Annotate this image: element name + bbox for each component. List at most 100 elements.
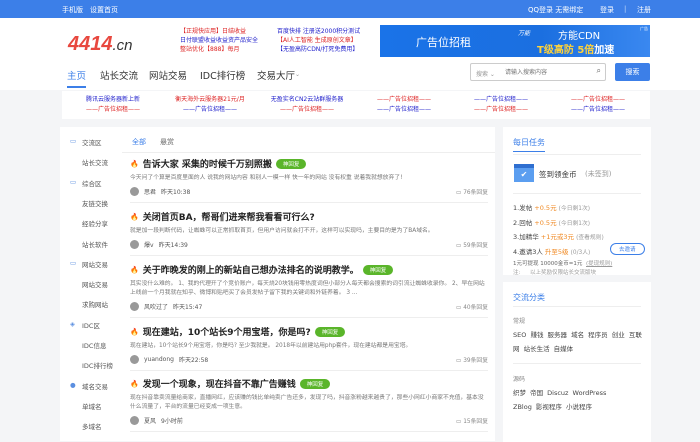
post-title[interactable]: 🔥 告诉大家 采集的时候千万别照搬 神回复	[130, 157, 488, 170]
group-label: 常规	[513, 318, 526, 325]
post-item[interactable]: 🔥 发现一个现象，现在抖音不靠广告赚钱 神回复 现在抖音靠卖流量给商家，直播网红，应该…	[130, 377, 488, 432]
checkin-link[interactable]: 签到领金币	[539, 169, 577, 180]
nav-webmaster[interactable]: 站长交流	[100, 68, 138, 82]
text-ad[interactable]: 【正规快应用】日结收益	[180, 27, 258, 36]
site-logo[interactable]: 4414.cn	[68, 33, 133, 56]
category-tag[interactable]: 创业	[612, 331, 625, 339]
ad-link[interactable]: ——广告位招租——	[359, 95, 449, 105]
nav-idc-rank[interactable]: IDC排行榜	[200, 68, 245, 82]
search-scope-select[interactable]: 搜索 ⌄	[476, 69, 495, 78]
nav-trade-hall[interactable]: 交易大厅	[257, 68, 295, 82]
ad-link[interactable]: ——广告位招租——	[262, 105, 352, 115]
ad-link[interactable]: ——广告位招租——	[359, 105, 449, 115]
sidebar-item[interactable]: 友链交换	[82, 198, 108, 208]
post-item[interactable]: 🔥 关闭首页BA，帮哥们进来帮我看看可行么? 就是加一段判断代码，让蜘蛛可以正常抓取…	[130, 210, 488, 256]
qq-login-link[interactable]: QQ登录 无需绑定	[528, 5, 583, 15]
category-tag[interactable]: Discuz	[547, 389, 568, 397]
post-title-text[interactable]: 发现一个现象，现在抖音不靠广告赚钱	[143, 377, 296, 390]
text-ad[interactable]: 整站优化【888】每月	[180, 45, 258, 54]
sidebar-item[interactable]: 多域名	[82, 421, 102, 431]
sidebar-item[interactable]: 求购网站	[82, 299, 108, 309]
author-name[interactable]: 思君	[144, 187, 156, 196]
avatar[interactable]	[130, 239, 139, 249]
post-item[interactable]: 🔥 现在建站，10个站长9个用宝塔，你是吗? 神回复 现在建站，10个站长9个用宝塔，…	[130, 325, 488, 371]
sidebar-section[interactable]: IDC区	[82, 320, 100, 330]
category-tag[interactable]: 域名	[571, 331, 584, 339]
login-link[interactable]: 登录	[600, 5, 614, 15]
ad-link[interactable]: ——广告位招租——	[68, 105, 158, 115]
sidebar-item[interactable]: 网站交易	[82, 279, 108, 289]
category-tag[interactable]: 服务器	[548, 331, 568, 339]
category-tag[interactable]: 自媒体	[554, 345, 574, 353]
sidebar-item[interactable]: IDC信息	[82, 340, 106, 350]
post-title[interactable]: 🔥 现在建站，10个站长9个用宝塔，你是吗? 神回复	[130, 325, 488, 338]
sidebar-section[interactable]: 交流区	[82, 137, 102, 147]
tab-all[interactable]: 全部	[132, 137, 146, 147]
post-title-text[interactable]: 现在建站，10个站长9个用宝塔，你是吗?	[143, 325, 311, 338]
ad-link[interactable]: ——广告位招租——	[553, 95, 643, 105]
withdraw-rule-link[interactable]: (提现规则)	[586, 259, 612, 267]
post-item[interactable]: 🔥 关于昨晚发的刚上的新站自己想办法排名的说明教学。 神回复 其实没什么难的。 1、我…	[130, 263, 488, 318]
tab-bounty[interactable]: 悬赏	[160, 137, 174, 147]
category-tag[interactable]: ZBlog	[513, 403, 532, 411]
category-tag[interactable]: WordPress	[573, 389, 607, 397]
avatar[interactable]	[130, 186, 139, 196]
post-title-text[interactable]: 关闭首页BA，帮哥们进来帮我看看可行么?	[143, 210, 315, 223]
text-ad[interactable]: 百度快排 注册送2000积分测试	[277, 27, 360, 36]
avatar[interactable]	[130, 301, 139, 311]
author-name[interactable]: 爆v	[144, 240, 154, 249]
category-tag[interactable]: 赚钱	[530, 331, 543, 339]
avatar[interactable]	[130, 354, 139, 364]
text-ad[interactable]: 【无盈高防CDN/打死免费用】	[277, 45, 360, 54]
set-home-link[interactable]: 设置首页	[90, 5, 118, 15]
author-name[interactable]: 风吹过了	[144, 302, 168, 311]
nav-site-trade[interactable]: 网站交易	[149, 68, 187, 82]
post-title[interactable]: 🔥 发现一个现象，现在抖音不靠广告赚钱 神回复	[130, 377, 488, 390]
search-icon[interactable]: ⌕	[597, 66, 601, 76]
ad-link[interactable]: ——广告位招租——	[553, 105, 643, 115]
author-name[interactable]: 夏风	[144, 416, 156, 425]
category-tag[interactable]: 帝国	[530, 389, 543, 397]
sidebar-section[interactable]: 域名交易	[82, 381, 108, 391]
post-title-text[interactable]: 关于昨晚发的刚上的新站自己想办法排名的说明教学。	[143, 263, 359, 276]
author-name[interactable]: yuandong	[144, 356, 174, 363]
search-input[interactable]	[505, 67, 589, 78]
sidebar-section[interactable]: 网站交易	[82, 259, 108, 269]
post-title-text[interactable]: 告诉大家 采集的时候千万别照搬	[143, 157, 272, 170]
search-button[interactable]: 搜索	[615, 63, 650, 81]
post-meta: 思君 昨天10:38 ▭ 76条回复	[130, 186, 488, 196]
ad-link[interactable]: ——广告位招租——	[165, 105, 255, 115]
sidebar-item[interactable]: 经验分享	[82, 218, 108, 228]
sidebar-section[interactable]: 综合区	[82, 178, 102, 188]
sidebar-item[interactable]: 站长交流	[82, 157, 108, 167]
sidebar-item[interactable]: 站长软件	[82, 239, 108, 249]
post-title[interactable]: 🔥 关闭首页BA，帮哥们进来帮我看看可行么?	[130, 210, 488, 224]
category-tag[interactable]: 织梦	[513, 389, 526, 397]
post-title[interactable]: 🔥 关于昨晚发的刚上的新站自己想办法排名的说明教学。 神回复	[130, 263, 488, 276]
ad-link[interactable]: 腾讯云服务器新上新	[68, 95, 158, 105]
chevron-down-icon[interactable]: ⌄	[295, 71, 300, 78]
category-tag[interactable]: SEO	[513, 331, 526, 339]
category-tag[interactable]: 程序员	[588, 331, 608, 339]
ad-link[interactable]: ——广告位招租——	[456, 105, 546, 115]
category-tag[interactable]: 小说程序	[566, 403, 592, 411]
ad-link[interactable]: 无盈实名CN2云站群服务器	[262, 95, 352, 105]
register-link[interactable]: 注册	[637, 5, 651, 15]
category-tag[interactable]: 站长生活	[524, 345, 550, 353]
text-ad-column-2[interactable]: 百度快排 注册送2000积分测试 【AI人工智能 生成原创文章】 【无盈高防CD…	[277, 27, 360, 54]
nav-home[interactable]: 主页	[67, 68, 87, 88]
ad-link[interactable]: ——广告位招租——	[456, 95, 546, 105]
text-ad[interactable]: 【AI人工智能 生成原创文章】	[277, 36, 360, 45]
post-item[interactable]: 🔥 告诉大家 采集的时候千万别照搬 神回复 今天问了个算是百度里面的人 说我的网站内容…	[130, 157, 488, 203]
category-tag[interactable]: 影视程序	[536, 403, 562, 411]
text-ad[interactable]: 日付联盟收益收益资产品安全	[180, 36, 258, 45]
invite-button[interactable]: 去邀请	[610, 243, 645, 255]
text-ad-column-1[interactable]: 【正规快应用】日结收益 日付联盟收益收益资产品安全 整站优化【888】每月	[180, 27, 258, 54]
ad-link[interactable]: 衡天海外云服务器21元/月	[165, 95, 255, 105]
mobile-link[interactable]: 手机版	[62, 5, 83, 15]
avatar[interactable]	[130, 415, 139, 425]
sidebar-item[interactable]: IDC排行榜	[82, 360, 113, 370]
ad-tag: 广告	[640, 26, 648, 31]
sidebar-item[interactable]: 单域名	[82, 401, 102, 411]
banner-ad[interactable]: 广告位招租 万能 方能CDN T级高防 5倍加速 广告	[380, 25, 650, 57]
